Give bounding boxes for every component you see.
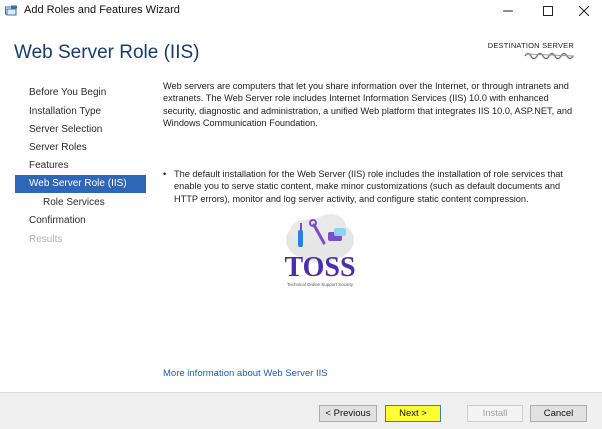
wizard-header: Web Server Role (IIS) DESTINATION SERVER xyxy=(0,22,602,72)
bullet-text: The default installation for the Web Ser… xyxy=(174,169,563,204)
toss-watermark-logo: TOSS Technical Online Support Society xyxy=(284,214,356,287)
wizard-footer: < Previous Next > Install Cancel xyxy=(0,392,602,429)
nav-before-you-begin[interactable]: Before You Begin xyxy=(0,84,146,102)
nav-confirmation[interactable]: Confirmation xyxy=(0,212,146,230)
more-info-link[interactable]: More information about Web Server IIS xyxy=(163,368,328,379)
nav-features[interactable]: Features xyxy=(0,157,146,175)
main-content: Web servers are computers that let you s… xyxy=(163,80,583,129)
nav-server-roles[interactable]: Server Roles xyxy=(0,139,146,157)
intro-paragraph: Web servers are computers that let you s… xyxy=(163,81,573,128)
minimize-icon[interactable] xyxy=(490,0,526,22)
nav-results: Results xyxy=(29,234,63,245)
window-titlebar: Add Roles and Features Wizard xyxy=(0,0,602,22)
toss-logo-text: TOSS xyxy=(284,252,355,283)
nav-web-server-role[interactable]: Web Server Role (IIS) xyxy=(15,175,146,193)
wizard-sidebar: Before You Begin Installation Type Serve… xyxy=(0,72,150,392)
next-button[interactable]: Next > xyxy=(385,405,441,422)
window-title: Add Roles and Features Wizard xyxy=(24,4,180,16)
nav-role-services[interactable]: Role Services xyxy=(0,194,146,212)
maximize-icon[interactable] xyxy=(530,0,566,22)
default-installation-bullet: • The default installation for the Web S… xyxy=(163,168,583,205)
nav-server-selection[interactable]: Server Selection xyxy=(0,121,146,139)
previous-button[interactable]: < Previous xyxy=(319,405,377,422)
toss-logo-tagline: Technical Online Support Society xyxy=(287,282,354,287)
close-icon[interactable] xyxy=(566,0,602,22)
install-button: Install xyxy=(467,405,523,422)
nav-installation-type[interactable]: Installation Type xyxy=(0,103,146,121)
page-title: Web Server Role (IIS) xyxy=(14,42,200,63)
bullet-dot: • xyxy=(163,169,167,179)
destination-server-label: DESTINATION SERVER xyxy=(487,41,574,50)
server-manager-icon xyxy=(5,5,17,16)
destination-server-value-obscured xyxy=(524,52,575,59)
cancel-button[interactable]: Cancel xyxy=(530,405,587,422)
